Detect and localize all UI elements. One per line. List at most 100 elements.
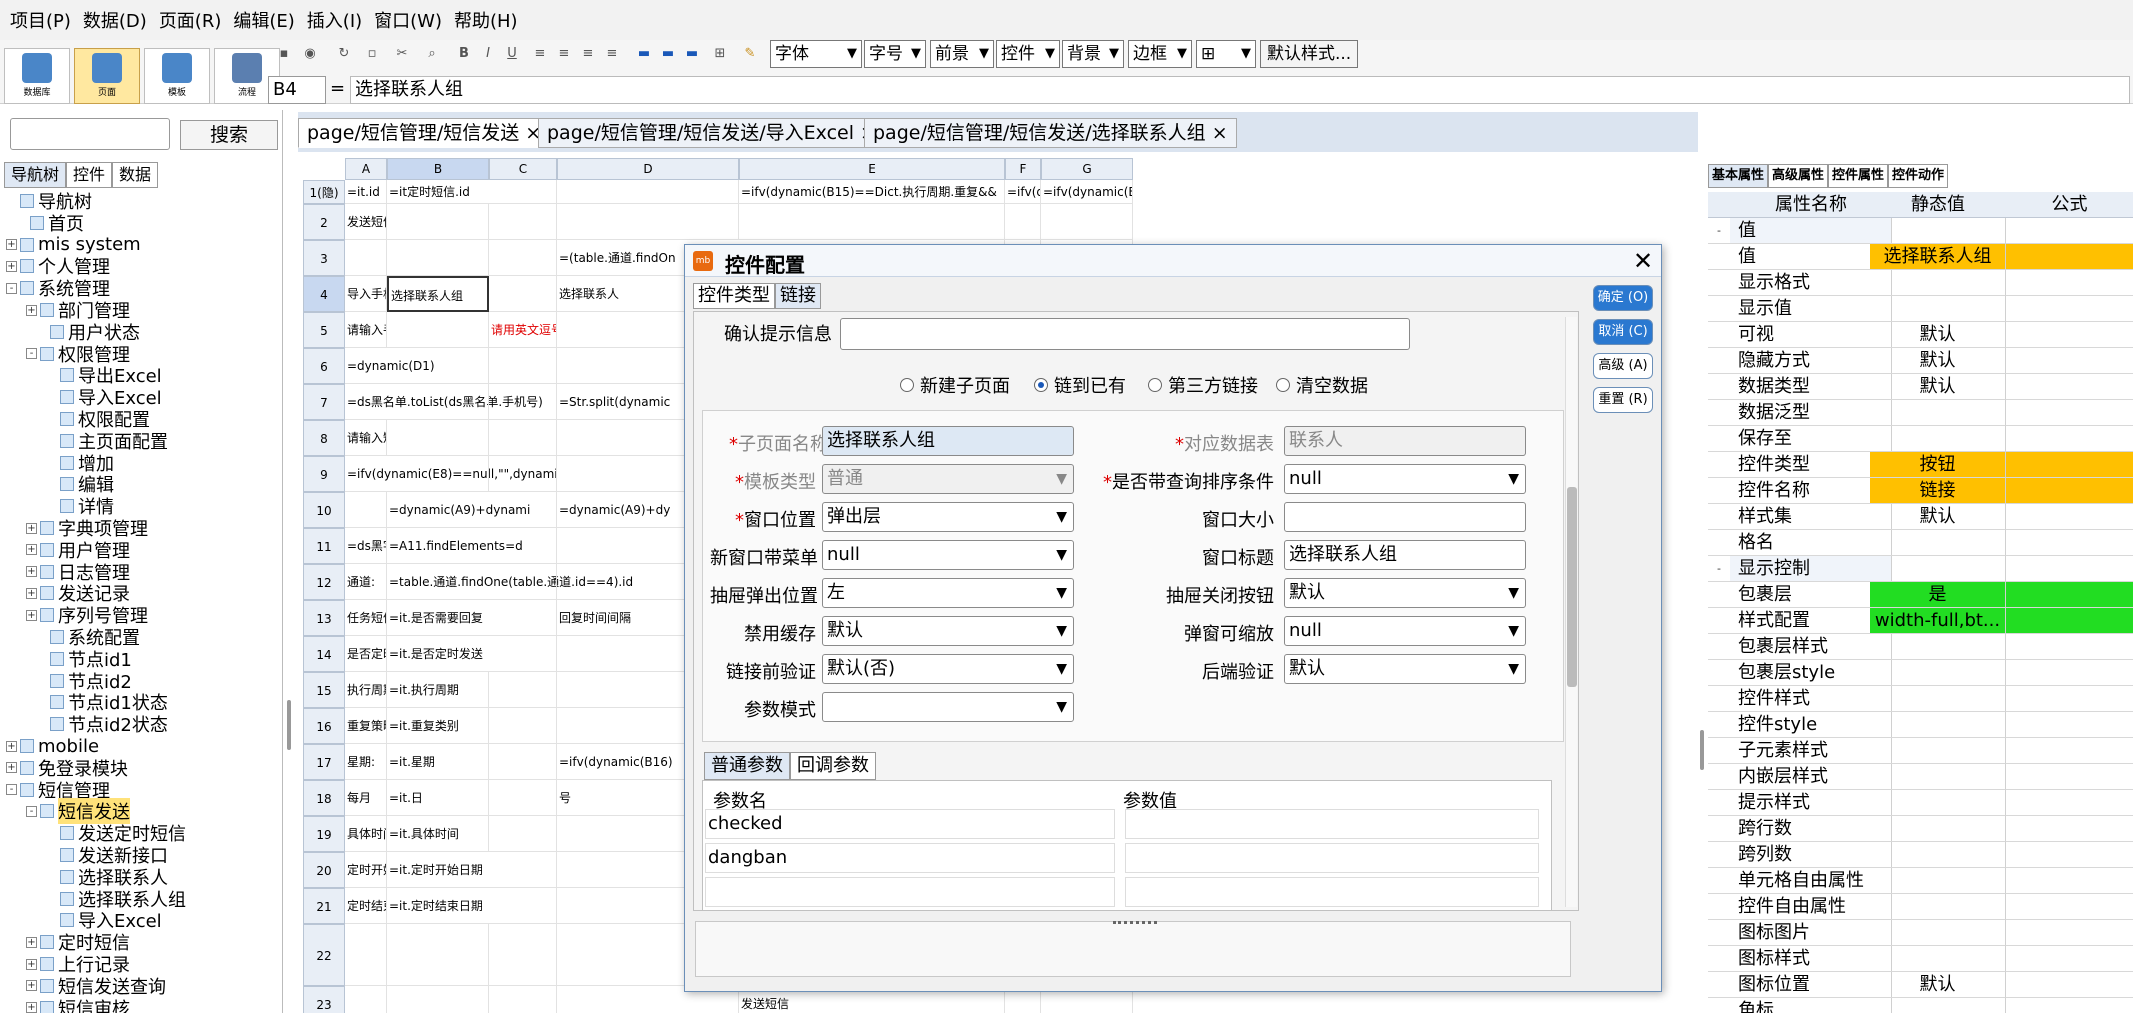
grid-cell[interactable]	[489, 204, 557, 240]
tree-item[interactable]: + 序列号管理	[26, 604, 148, 627]
tab-control-props[interactable]: 控件属性	[1828, 164, 1889, 188]
collapse-icon[interactable]: -	[26, 348, 37, 360]
grid-cell[interactable]: 定时开始日期:	[345, 852, 387, 888]
property-value[interactable]: 是	[1870, 582, 2006, 608]
property-value[interactable]	[1870, 790, 2006, 816]
menu-item[interactable]: 项目(P)	[4, 7, 77, 33]
grid-cell[interactable]: =ds黑字典.toList(	[345, 528, 387, 564]
row-header[interactable]: 8	[303, 420, 345, 456]
property-row[interactable]: 值选择联系人组	[1708, 244, 2133, 270]
grid-cell[interactable]	[1041, 204, 1133, 240]
control-select[interactable]: 控件 ▼	[996, 40, 1060, 68]
grid-cell[interactable]	[387, 924, 489, 986]
property-row[interactable]: 图标图片	[1708, 920, 2133, 946]
ok-button[interactable]: 确定 (O)	[1593, 285, 1653, 311]
property-formula[interactable]	[2006, 348, 2133, 374]
property-formula[interactable]	[2006, 946, 2133, 972]
grid-cell[interactable]	[557, 180, 739, 204]
property-formula[interactable]	[2006, 452, 2133, 478]
font-select[interactable]: 字体 ▼	[770, 40, 862, 68]
grid-cell[interactable]: 是否定时发送:	[345, 636, 387, 672]
property-formula[interactable]	[2006, 842, 2133, 868]
tree-item[interactable]: + 短信发送查询	[26, 975, 166, 998]
expand-icon[interactable]: +	[6, 740, 17, 752]
property-row[interactable]: 控件style	[1708, 712, 2133, 738]
property-row[interactable]: 内嵌层样式	[1708, 764, 2133, 790]
property-row[interactable]: 提示样式	[1708, 790, 2133, 816]
grid-border-select[interactable]: ⊞ ▼	[1196, 40, 1256, 68]
row-header[interactable]: 14	[303, 636, 345, 672]
brush-icon[interactable]: ✎	[742, 46, 758, 62]
background-select[interactable]: 背景 ▼	[1062, 40, 1124, 68]
drawer-close-select[interactable]: 默认 ▼	[1284, 578, 1526, 608]
grid-cell[interactable]	[489, 492, 557, 528]
property-formula[interactable]	[2006, 296, 2133, 322]
row-header[interactable]: 15	[303, 672, 345, 708]
property-row[interactable]: 角标	[1708, 998, 2133, 1013]
property-formula[interactable]	[2006, 218, 2133, 244]
default-style-button[interactable]: 默认样式...	[1260, 40, 1359, 68]
grid-cell[interactable]: 星期:	[345, 744, 387, 780]
grid-cell[interactable]: =it.星期	[387, 744, 489, 780]
property-value[interactable]	[1870, 270, 2006, 296]
tree-item[interactable]: 主页面配置	[46, 430, 168, 453]
property-value[interactable]	[1870, 738, 2006, 764]
property-formula[interactable]	[2006, 504, 2133, 530]
property-value[interactable]: 链接	[1870, 478, 2006, 504]
property-row[interactable]: 跨行数	[1708, 816, 2133, 842]
expand-icon[interactable]: +	[26, 544, 37, 556]
menu-item[interactable]: 插入(I)	[301, 7, 368, 33]
tree-item[interactable]: 导航树	[6, 190, 92, 213]
row-header[interactable]: 18	[303, 780, 345, 816]
tab-link[interactable]: 链接	[775, 283, 821, 309]
expand-icon[interactable]: +	[26, 1002, 37, 1013]
menu-item[interactable]: 编辑(E)	[227, 7, 300, 33]
valign-middle-icon[interactable]: ▬	[660, 46, 676, 62]
grid-cell[interactable]	[489, 420, 557, 456]
tree-item[interactable]: 节点id1状态	[36, 691, 168, 714]
grid-cell[interactable]: 重复策略:	[345, 708, 387, 744]
underline-icon[interactable]: U	[504, 46, 520, 62]
close-icon[interactable]: ✕	[1633, 247, 1653, 275]
tree-item[interactable]: + mobile	[6, 735, 99, 757]
grid-cell[interactable]	[489, 986, 557, 1013]
property-row[interactable]: - 显示控制	[1708, 556, 2133, 582]
grid-cell[interactable]	[489, 528, 557, 564]
row-header[interactable]: 3	[303, 240, 345, 276]
row-header[interactable]: 22	[303, 924, 345, 986]
row-header[interactable]: 1(隐)	[303, 180, 345, 204]
property-row[interactable]: 控件类型 按钮	[1708, 452, 2133, 478]
expand-icon[interactable]: +	[26, 980, 37, 992]
property-value[interactable]: 默认	[1870, 348, 2006, 374]
tree-item[interactable]: 节点id1	[36, 648, 132, 671]
property-row[interactable]: 可视 默认	[1708, 322, 2133, 348]
new-window-menu-select[interactable]: null ▼	[822, 540, 1074, 570]
grid-cell[interactable]	[489, 600, 557, 636]
property-value[interactable]: 选择联系人组	[1870, 244, 2006, 270]
menu-item[interactable]: 窗口(W)	[368, 7, 448, 33]
expand-icon[interactable]: +	[26, 522, 37, 534]
tab-normal-params[interactable]: 普通参数	[704, 752, 790, 780]
property-row[interactable]: 子元素样式	[1708, 738, 2133, 764]
row-header[interactable]: 5	[303, 312, 345, 348]
confirm-input[interactable]	[840, 318, 1410, 350]
find-icon[interactable]: ⌕	[424, 46, 440, 62]
collapse-icon[interactable]: -	[6, 282, 17, 294]
property-row[interactable]: 隐藏方式 默认	[1708, 348, 2133, 374]
grid-cell[interactable]: =it.重复类别	[387, 708, 489, 744]
sort-condition-select[interactable]: null ▼	[1284, 464, 1526, 494]
file-tab[interactable]: page/短信管理/短信发送/选择联系人组 ×	[864, 118, 1237, 148]
row-header[interactable]: 4	[303, 276, 345, 312]
property-row[interactable]: 图标样式	[1708, 946, 2133, 972]
grid-cell[interactable]	[489, 780, 557, 816]
property-formula[interactable]	[2006, 998, 2133, 1013]
preview-icon[interactable]: ▫	[364, 46, 380, 62]
font-size-select[interactable]: 字号 ▼	[864, 40, 926, 68]
menu-item[interactable]: 数据(D)	[77, 7, 153, 33]
grid-cell[interactable]	[345, 924, 387, 986]
property-row[interactable]: -值	[1708, 218, 2133, 244]
row-header[interactable]: 19	[303, 816, 345, 852]
align-center-icon[interactable]: ≡	[556, 46, 572, 62]
grid-cell[interactable]: 发送短信:	[345, 204, 387, 240]
property-value[interactable]	[1870, 816, 2006, 842]
